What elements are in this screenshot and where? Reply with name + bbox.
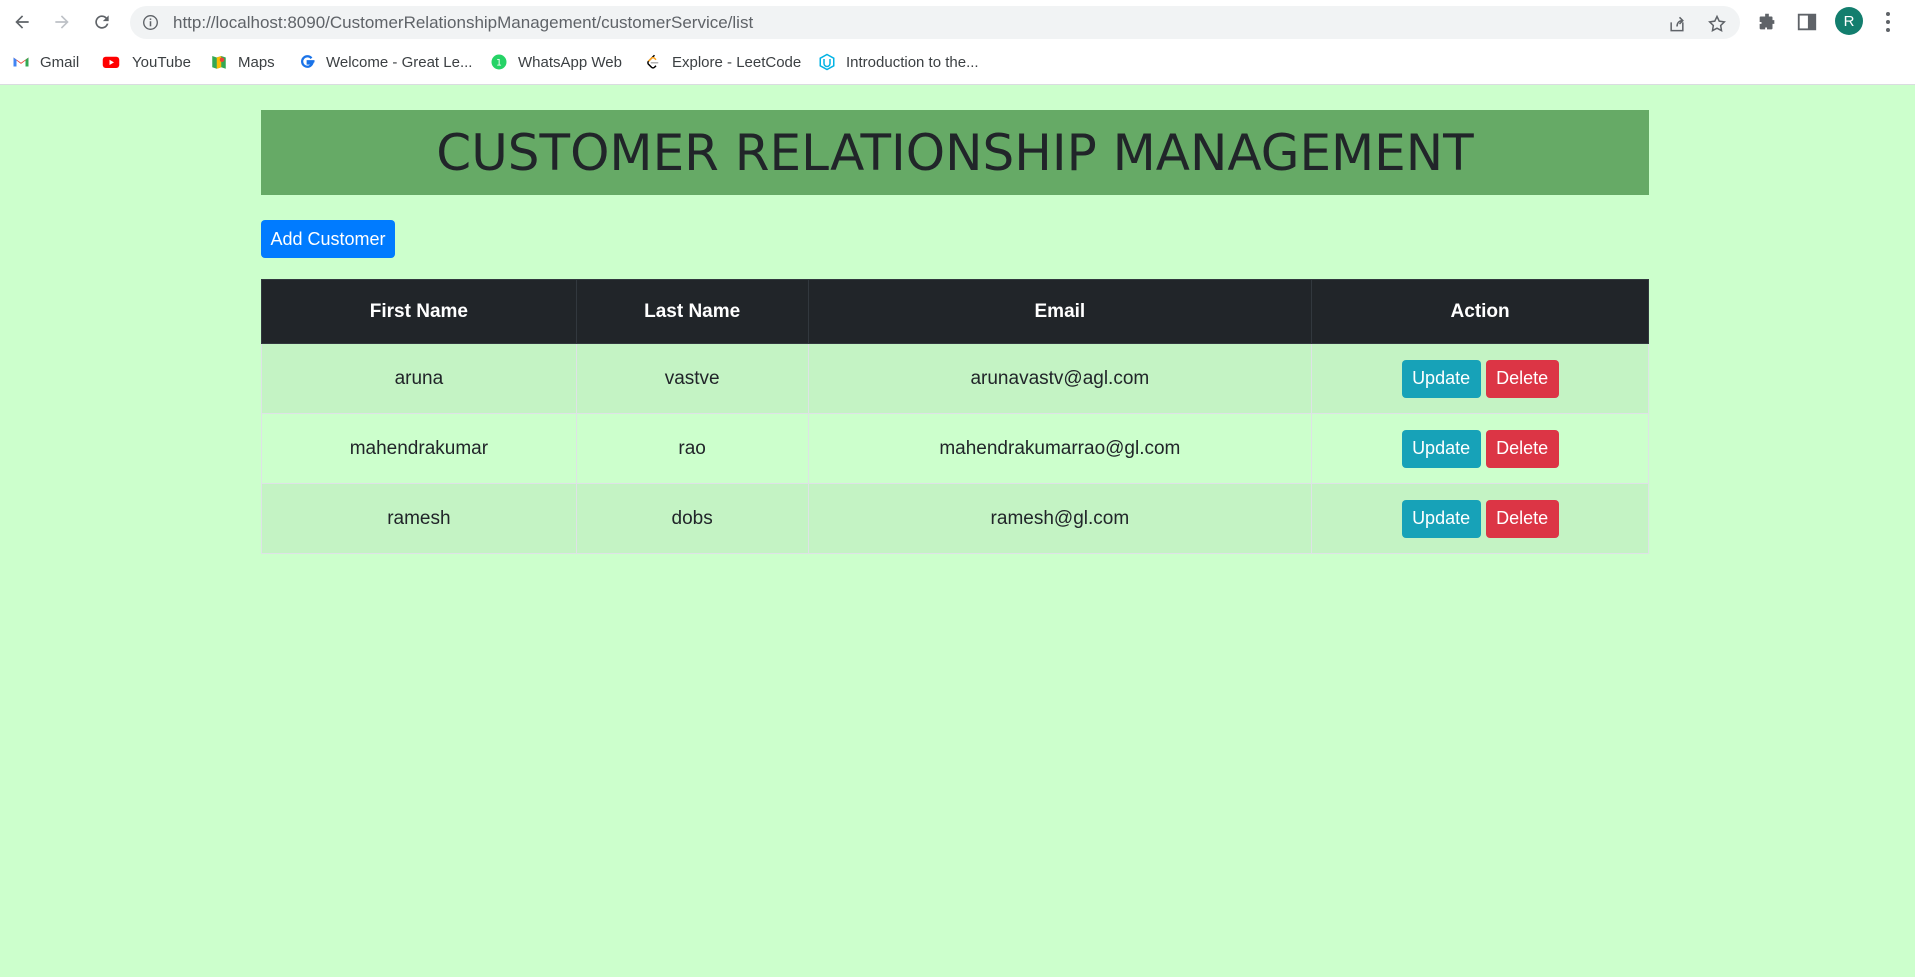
delete-button[interactable]: Delete <box>1485 359 1559 398</box>
update-button[interactable]: Update <box>1401 429 1481 468</box>
bookmark-label: Gmail <box>40 53 80 71</box>
last-name-cell: rao <box>575 413 809 484</box>
bookmark-youtube[interactable]: YouTube <box>100 50 191 74</box>
leetcode-icon <box>647 54 659 69</box>
bookmark-udacity[interactable]: Introduction to the... <box>818 50 979 74</box>
column-header-first-name: First Name <box>261 279 577 344</box>
bookmark-star-icon[interactable] <box>1707 14 1727 34</box>
last-name-cell: vastve <box>575 343 809 414</box>
email-cell: mahendrakumarrao@gl.com <box>807 413 1313 484</box>
delete-button[interactable]: Delete <box>1485 429 1559 468</box>
first-name-cell: ramesh <box>261 483 577 554</box>
customer-table: First Name Last Name Email Action aruna … <box>261 279 1649 554</box>
table-header-row: First Name Last Name Email Action <box>261 279 1649 344</box>
page-title: CUSTOMER RELATIONSHIP MANAGEMENT <box>436 123 1474 182</box>
address-bar[interactable]: http://localhost:8090/CustomerRelationsh… <box>130 6 1740 39</box>
reload-icon[interactable] <box>88 8 116 36</box>
bookmark-label: Maps <box>238 53 275 71</box>
page-content: CUSTOMER RELATIONSHIP MANAGEMENT Add Cus… <box>0 86 1915 977</box>
youtube-icon <box>102 56 120 68</box>
browser-chrome: http://localhost:8090/CustomerRelationsh… <box>0 0 1915 85</box>
whatsapp-icon: 1 <box>491 54 507 70</box>
profile-avatar[interactable]: R <box>1835 7 1863 35</box>
update-button[interactable]: Update <box>1401 499 1481 538</box>
avatar-letter: R <box>1843 12 1855 30</box>
action-cell: Update Delete <box>1311 343 1649 414</box>
delete-button[interactable]: Delete <box>1485 499 1559 538</box>
forward-arrow-icon[interactable] <box>48 8 76 36</box>
action-cell: Update Delete <box>1311 413 1649 484</box>
url-path: :8090/CustomerRelationshipManagement/cus… <box>282 13 754 32</box>
table-row: ramesh dobs ramesh@gl.com Update Delete <box>261 483 1649 554</box>
share-icon[interactable] <box>1667 14 1687 34</box>
greatlearning-icon <box>301 55 315 68</box>
bookmark-whatsapp[interactable]: 1 WhatsApp Web <box>490 50 622 74</box>
bookmarks-bar: Gmail YouTube Maps Welcome - Great Le... <box>0 50 1915 74</box>
last-name-cell: dobs <box>575 483 809 554</box>
bookmark-label: WhatsApp Web <box>518 53 622 71</box>
udacity-icon <box>819 53 835 71</box>
site-info-icon[interactable] <box>142 14 159 31</box>
update-button[interactable]: Update <box>1401 359 1481 398</box>
bookmark-label: Welcome - Great Le... <box>326 53 473 71</box>
back-arrow-icon[interactable] <box>8 8 36 36</box>
maps-icon <box>212 56 226 69</box>
action-cell: Update Delete <box>1311 483 1649 554</box>
bookmark-maps[interactable]: Maps <box>210 50 275 74</box>
email-cell: arunavastv@agl.com <box>807 343 1313 414</box>
url-text: http://localhost:8090/CustomerRelationsh… <box>173 13 753 33</box>
svg-text:1: 1 <box>496 58 502 68</box>
extensions-icon[interactable] <box>1756 11 1778 33</box>
table-row: mahendrakumar rao mahendrakumarrao@gl.co… <box>261 413 1649 484</box>
first-name-cell: mahendrakumar <box>261 413 577 484</box>
bookmark-gmail[interactable]: Gmail <box>12 50 79 74</box>
column-header-email: Email <box>807 279 1313 344</box>
add-customer-button[interactable]: Add Customer <box>261 220 395 258</box>
header-banner: CUSTOMER RELATIONSHIP MANAGEMENT <box>261 110 1649 195</box>
column-header-last-name: Last Name <box>575 279 809 344</box>
bookmark-leetcode[interactable]: Explore - LeetCode <box>644 50 801 74</box>
bookmark-greatlearning[interactable]: Welcome - Great Le... <box>298 50 472 74</box>
bookmark-label: YouTube <box>132 53 191 71</box>
bookmark-label: Introduction to the... <box>846 53 979 71</box>
bookmark-label: Explore - LeetCode <box>672 53 802 71</box>
gmail-icon <box>13 57 29 67</box>
browser-toolbar: http://localhost:8090/CustomerRelationsh… <box>0 0 1915 44</box>
side-panel-icon[interactable] <box>1796 11 1818 33</box>
column-header-action: Action <box>1311 279 1649 344</box>
table-row: aruna vastve arunavastv@agl.com Update D… <box>261 343 1649 414</box>
email-cell: ramesh@gl.com <box>807 483 1313 554</box>
url-host: http://localhost <box>173 13 283 32</box>
browser-menu-icon[interactable] <box>1878 10 1898 34</box>
first-name-cell: aruna <box>261 343 577 414</box>
